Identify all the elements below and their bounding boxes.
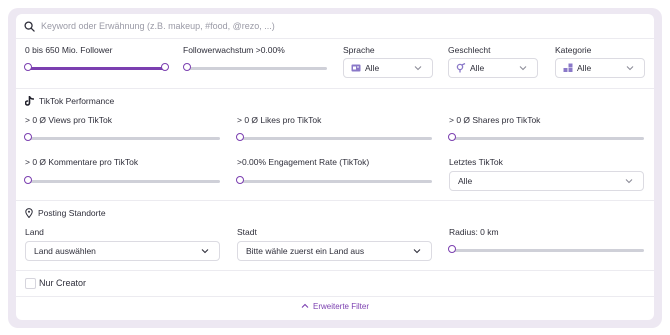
likes-slider-thumb[interactable] [236, 133, 244, 141]
creator-only-label: Nur Creator [39, 278, 87, 288]
language-select[interactable]: Alle [343, 58, 433, 78]
last-tiktok-select[interactable]: Alle [449, 171, 644, 191]
search-bar[interactable] [16, 14, 654, 38]
gender-icon [456, 63, 466, 73]
chevron-down-icon [625, 179, 633, 184]
tiktok-icon [25, 96, 34, 106]
category-label: Kategorie [555, 45, 592, 55]
posting-section-title: Posting Standorte [25, 208, 106, 218]
chevron-down-icon [519, 66, 527, 71]
chevron-down-icon [414, 66, 422, 71]
views-slider-thumb[interactable] [24, 133, 32, 141]
location-pin-icon [25, 208, 33, 218]
category-icon [563, 63, 573, 73]
engagement-label: >0.00% Engagement Rate (TikTok) [237, 157, 370, 167]
creator-only-checkbox[interactable] [25, 278, 36, 289]
radius-label: Radius: 0 km [449, 227, 499, 237]
city-value: Bitte wähle zuerst ein Land aus [246, 246, 365, 256]
growth-label: Followerwachstum >0.00% [183, 45, 285, 55]
chevron-down-icon [626, 66, 634, 71]
gender-value: Alle [470, 63, 485, 73]
country-label: Land [25, 227, 44, 237]
city-label: Stadt [237, 227, 257, 237]
posting-title: Posting Standorte [38, 208, 106, 218]
language-icon [351, 64, 361, 72]
engagement-slider-track[interactable] [240, 180, 432, 183]
row-divider [16, 88, 654, 89]
tiktok-section-title: TikTok Performance [25, 96, 114, 106]
category-value: Alle [577, 63, 592, 73]
advanced-filters-toggle[interactable]: Erweiterte Filter [16, 298, 654, 314]
likes-slider-track[interactable] [240, 137, 432, 140]
language-label: Sprache [343, 45, 375, 55]
comments-label: > 0 Ø Kommentare pro TikTok [25, 157, 139, 167]
last-tiktok-value: Alle [458, 176, 473, 186]
views-slider-track[interactable] [28, 137, 220, 140]
last-tiktok-label: Letztes TikTok [449, 157, 503, 167]
advanced-filters-label: Erweiterte Filter [312, 301, 369, 311]
category-select[interactable]: Alle [555, 58, 645, 78]
followers-slider-fill [28, 67, 165, 70]
engagement-slider-thumb[interactable] [236, 176, 244, 184]
gender-select[interactable]: Alle [448, 58, 538, 78]
search-divider [16, 38, 654, 39]
shares-slider-thumb[interactable] [448, 133, 456, 141]
chevron-down-icon [201, 249, 209, 254]
growth-slider-track[interactable] [187, 67, 327, 70]
radius-slider-track[interactable] [452, 249, 644, 252]
gender-label: Geschlecht [448, 45, 491, 55]
chevron-down-icon [413, 249, 421, 254]
search-icon [24, 20, 35, 32]
followers-slider-min-thumb[interactable] [24, 63, 32, 71]
followers-label: 0 bis 650 Mio. Follower [25, 45, 113, 55]
city-select[interactable]: Bitte wähle zuerst ein Land aus [237, 241, 432, 261]
shares-slider-track[interactable] [452, 137, 644, 140]
shares-label: > 0 Ø Shares pro TikTok [449, 115, 541, 125]
section-divider [16, 200, 654, 201]
language-value: Alle [365, 63, 380, 73]
country-select[interactable]: Land auswählen [25, 241, 220, 261]
growth-slider-thumb[interactable] [183, 63, 191, 71]
radius-slider-thumb[interactable] [448, 245, 456, 253]
views-label: > 0 Ø Views pro TikTok [25, 115, 113, 125]
creator-divider [16, 270, 654, 271]
tiktok-title: TikTok Performance [39, 96, 115, 106]
followers-slider-max-thumb[interactable] [161, 63, 169, 71]
search-input[interactable] [41, 21, 601, 31]
advanced-divider [16, 296, 654, 297]
chevron-up-icon [301, 303, 309, 308]
comments-slider-thumb[interactable] [24, 176, 32, 184]
likes-label: > 0 Ø Likes pro TikTok [237, 115, 322, 125]
country-value: Land auswählen [34, 246, 96, 256]
comments-slider-track[interactable] [28, 180, 220, 183]
